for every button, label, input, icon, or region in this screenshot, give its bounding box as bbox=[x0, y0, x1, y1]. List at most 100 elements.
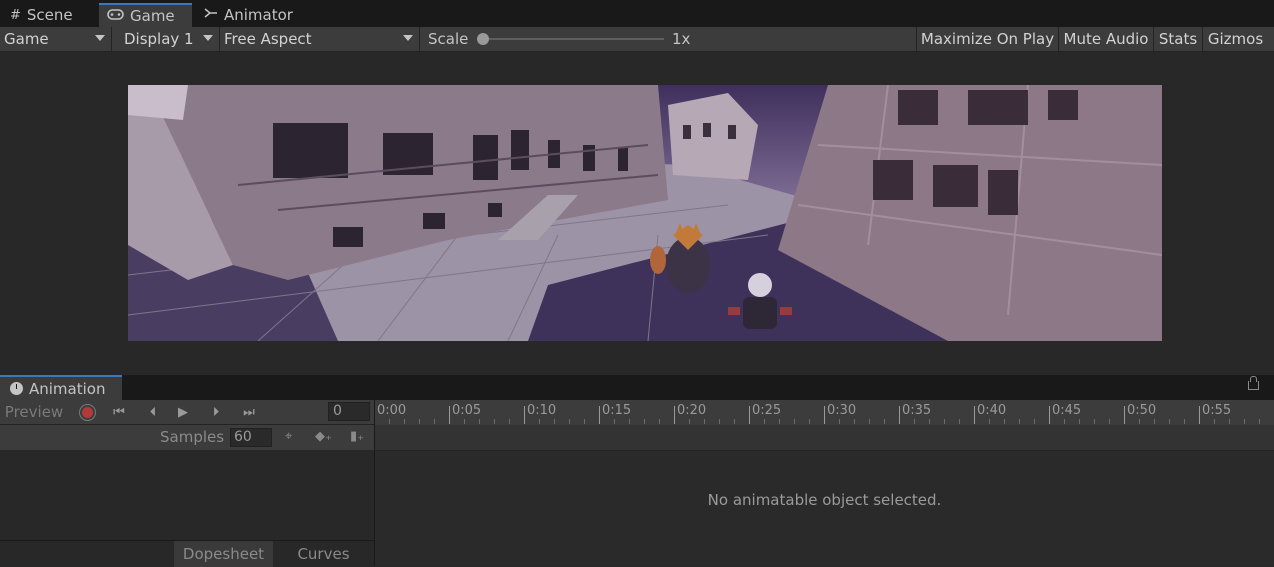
grid-icon: # bbox=[10, 7, 21, 23]
timeline-minor-tick bbox=[1214, 419, 1215, 424]
tab-scene-label: Scene bbox=[26, 6, 73, 24]
timeline-tick-label: 0:45 bbox=[1052, 403, 1082, 418]
timeline-major-tick bbox=[599, 406, 600, 424]
timeline-major-tick bbox=[824, 406, 825, 424]
timeline-minor-tick bbox=[1259, 419, 1260, 424]
timeline-minor-tick bbox=[989, 419, 990, 424]
timeline-major-tick bbox=[749, 406, 750, 424]
display-dropdown[interactable]: Display 1 bbox=[112, 27, 220, 51]
timeline-minor-tick bbox=[539, 419, 540, 424]
aspect-dropdown[interactable]: Free Aspect bbox=[220, 27, 420, 51]
tab-scene[interactable]: # Scene bbox=[2, 3, 98, 27]
frame-input[interactable]: 0 bbox=[328, 402, 370, 421]
timeline-minor-tick bbox=[554, 419, 555, 424]
timeline-minor-tick bbox=[629, 419, 630, 424]
chevron-down-icon bbox=[203, 35, 213, 41]
timeline-minor-tick bbox=[584, 419, 585, 424]
play-icon: ▶ bbox=[178, 404, 188, 420]
record-icon bbox=[81, 406, 93, 418]
maximize-on-play-button[interactable]: Maximize On Play bbox=[916, 27, 1058, 51]
timeline-minor-tick bbox=[869, 419, 870, 424]
skip-end-icon: ⏭ bbox=[243, 404, 255, 420]
preview-button[interactable]: Preview bbox=[0, 400, 68, 424]
timeline-major-tick bbox=[899, 406, 900, 424]
timeline-minor-tick bbox=[719, 419, 720, 424]
add-event-icon[interactable]: ▮₊ bbox=[350, 429, 364, 444]
empty-state-message: No animatable object selected. bbox=[707, 491, 942, 509]
last-keyframe-button[interactable]: ⏭ bbox=[234, 400, 264, 424]
timeline-major-tick bbox=[974, 406, 975, 424]
record-button[interactable] bbox=[73, 400, 101, 424]
next-keyframe-button[interactable]: ⏵ bbox=[201, 400, 231, 424]
animation-panel-header bbox=[0, 375, 1274, 400]
samples-input[interactable]: 60 bbox=[230, 428, 272, 447]
timeline-event-track[interactable] bbox=[374, 425, 1274, 451]
previous-keyframe-button[interactable]: ⏴ bbox=[138, 400, 168, 424]
timeline-minor-tick bbox=[1184, 419, 1185, 424]
timeline-minor-tick bbox=[389, 419, 390, 424]
lock-icon[interactable] bbox=[1248, 376, 1259, 390]
timeline-tick-label: 0:35 bbox=[902, 403, 932, 418]
scale-slider-handle[interactable] bbox=[477, 33, 489, 45]
timeline-minor-tick bbox=[479, 419, 480, 424]
timeline-minor-tick bbox=[839, 419, 840, 424]
timeline-minor-tick bbox=[659, 419, 660, 424]
stats-button[interactable]: Stats bbox=[1153, 27, 1202, 51]
clock-icon bbox=[10, 382, 23, 395]
animation-controls: Preview ⏮ ⏴ ▶ ⏵ ⏭ 0 bbox=[0, 400, 374, 425]
scale-value: 1x bbox=[672, 30, 691, 48]
first-keyframe-button[interactable]: ⏮ bbox=[104, 400, 134, 424]
timeline-minor-tick bbox=[959, 419, 960, 424]
timeline-minor-tick bbox=[1109, 419, 1110, 424]
game-view-dropdown[interactable]: Game bbox=[0, 27, 112, 51]
timeline-major-tick bbox=[1124, 406, 1125, 424]
dopesheet-tab[interactable]: Dopesheet bbox=[174, 541, 273, 567]
timeline-minor-tick bbox=[1229, 419, 1230, 424]
scale-slider-track[interactable] bbox=[483, 38, 664, 40]
timeline-tick-label: 0:05 bbox=[452, 403, 482, 418]
tab-animation[interactable]: Animation bbox=[0, 375, 122, 400]
curves-tab[interactable]: Curves bbox=[273, 541, 374, 567]
tab-game[interactable]: Game bbox=[99, 3, 192, 27]
timeline-minor-tick bbox=[689, 419, 690, 424]
timeline-minor-tick bbox=[809, 419, 810, 424]
timeline-ruler[interactable]: 0:00 0:05 0:10 0:15 0:20 0:25 0:30 0:35 0:40 0:45… bbox=[374, 400, 1274, 426]
tab-animator[interactable]: Animator bbox=[196, 3, 308, 27]
play-button[interactable]: ▶ bbox=[168, 400, 198, 424]
timeline-tick-label: 0:50 bbox=[1127, 403, 1157, 418]
aspect-dropdown-label: Free Aspect bbox=[224, 30, 312, 48]
timeline-minor-tick bbox=[1094, 419, 1095, 424]
samples-row: Samples 60 ⌖ ◆₊ ▮₊ bbox=[0, 425, 374, 451]
timeline-major-tick bbox=[674, 406, 675, 424]
timeline-tick-label: 0:00 bbox=[377, 403, 407, 418]
timeline-minor-tick bbox=[944, 419, 945, 424]
timeline-major-tick bbox=[449, 406, 450, 424]
timeline-minor-tick bbox=[884, 419, 885, 424]
gizmos-button[interactable]: Gizmos bbox=[1202, 27, 1268, 51]
gamepad-icon bbox=[107, 8, 124, 24]
dopesheet-area[interactable]: No animatable object selected. bbox=[375, 451, 1274, 566]
timeline-minor-tick bbox=[614, 419, 615, 424]
timeline-minor-tick bbox=[1034, 419, 1035, 424]
timeline-tick-label: 0:55 bbox=[1202, 403, 1232, 418]
step-forward-icon: ⏵ bbox=[212, 404, 220, 420]
add-keyframe-icon[interactable]: ◆₊ bbox=[315, 429, 332, 444]
timeline-minor-tick bbox=[779, 419, 780, 424]
timeline-minor-tick bbox=[854, 419, 855, 424]
timeline-minor-tick bbox=[434, 419, 435, 424]
timeline-minor-tick bbox=[464, 419, 465, 424]
timeline-minor-tick bbox=[1139, 419, 1140, 424]
samples-label: Samples bbox=[160, 428, 225, 446]
timeline-tick-label: 0:40 bbox=[977, 403, 1007, 418]
timeline-minor-tick bbox=[1169, 419, 1170, 424]
mute-audio-button[interactable]: Mute Audio bbox=[1058, 27, 1153, 51]
timeline-tick-label: 0:25 bbox=[752, 403, 782, 418]
timeline-minor-tick bbox=[644, 419, 645, 424]
filter-icon[interactable]: ⌖ bbox=[285, 429, 292, 444]
view-mode-tabs: Dopesheet Curves bbox=[0, 540, 374, 567]
timeline-tick-label: 0:15 bbox=[602, 403, 632, 418]
tab-animation-label: Animation bbox=[29, 379, 106, 398]
game-viewport[interactable] bbox=[128, 85, 1162, 341]
chevron-down-icon bbox=[403, 35, 413, 41]
timeline-minor-tick bbox=[419, 419, 420, 424]
